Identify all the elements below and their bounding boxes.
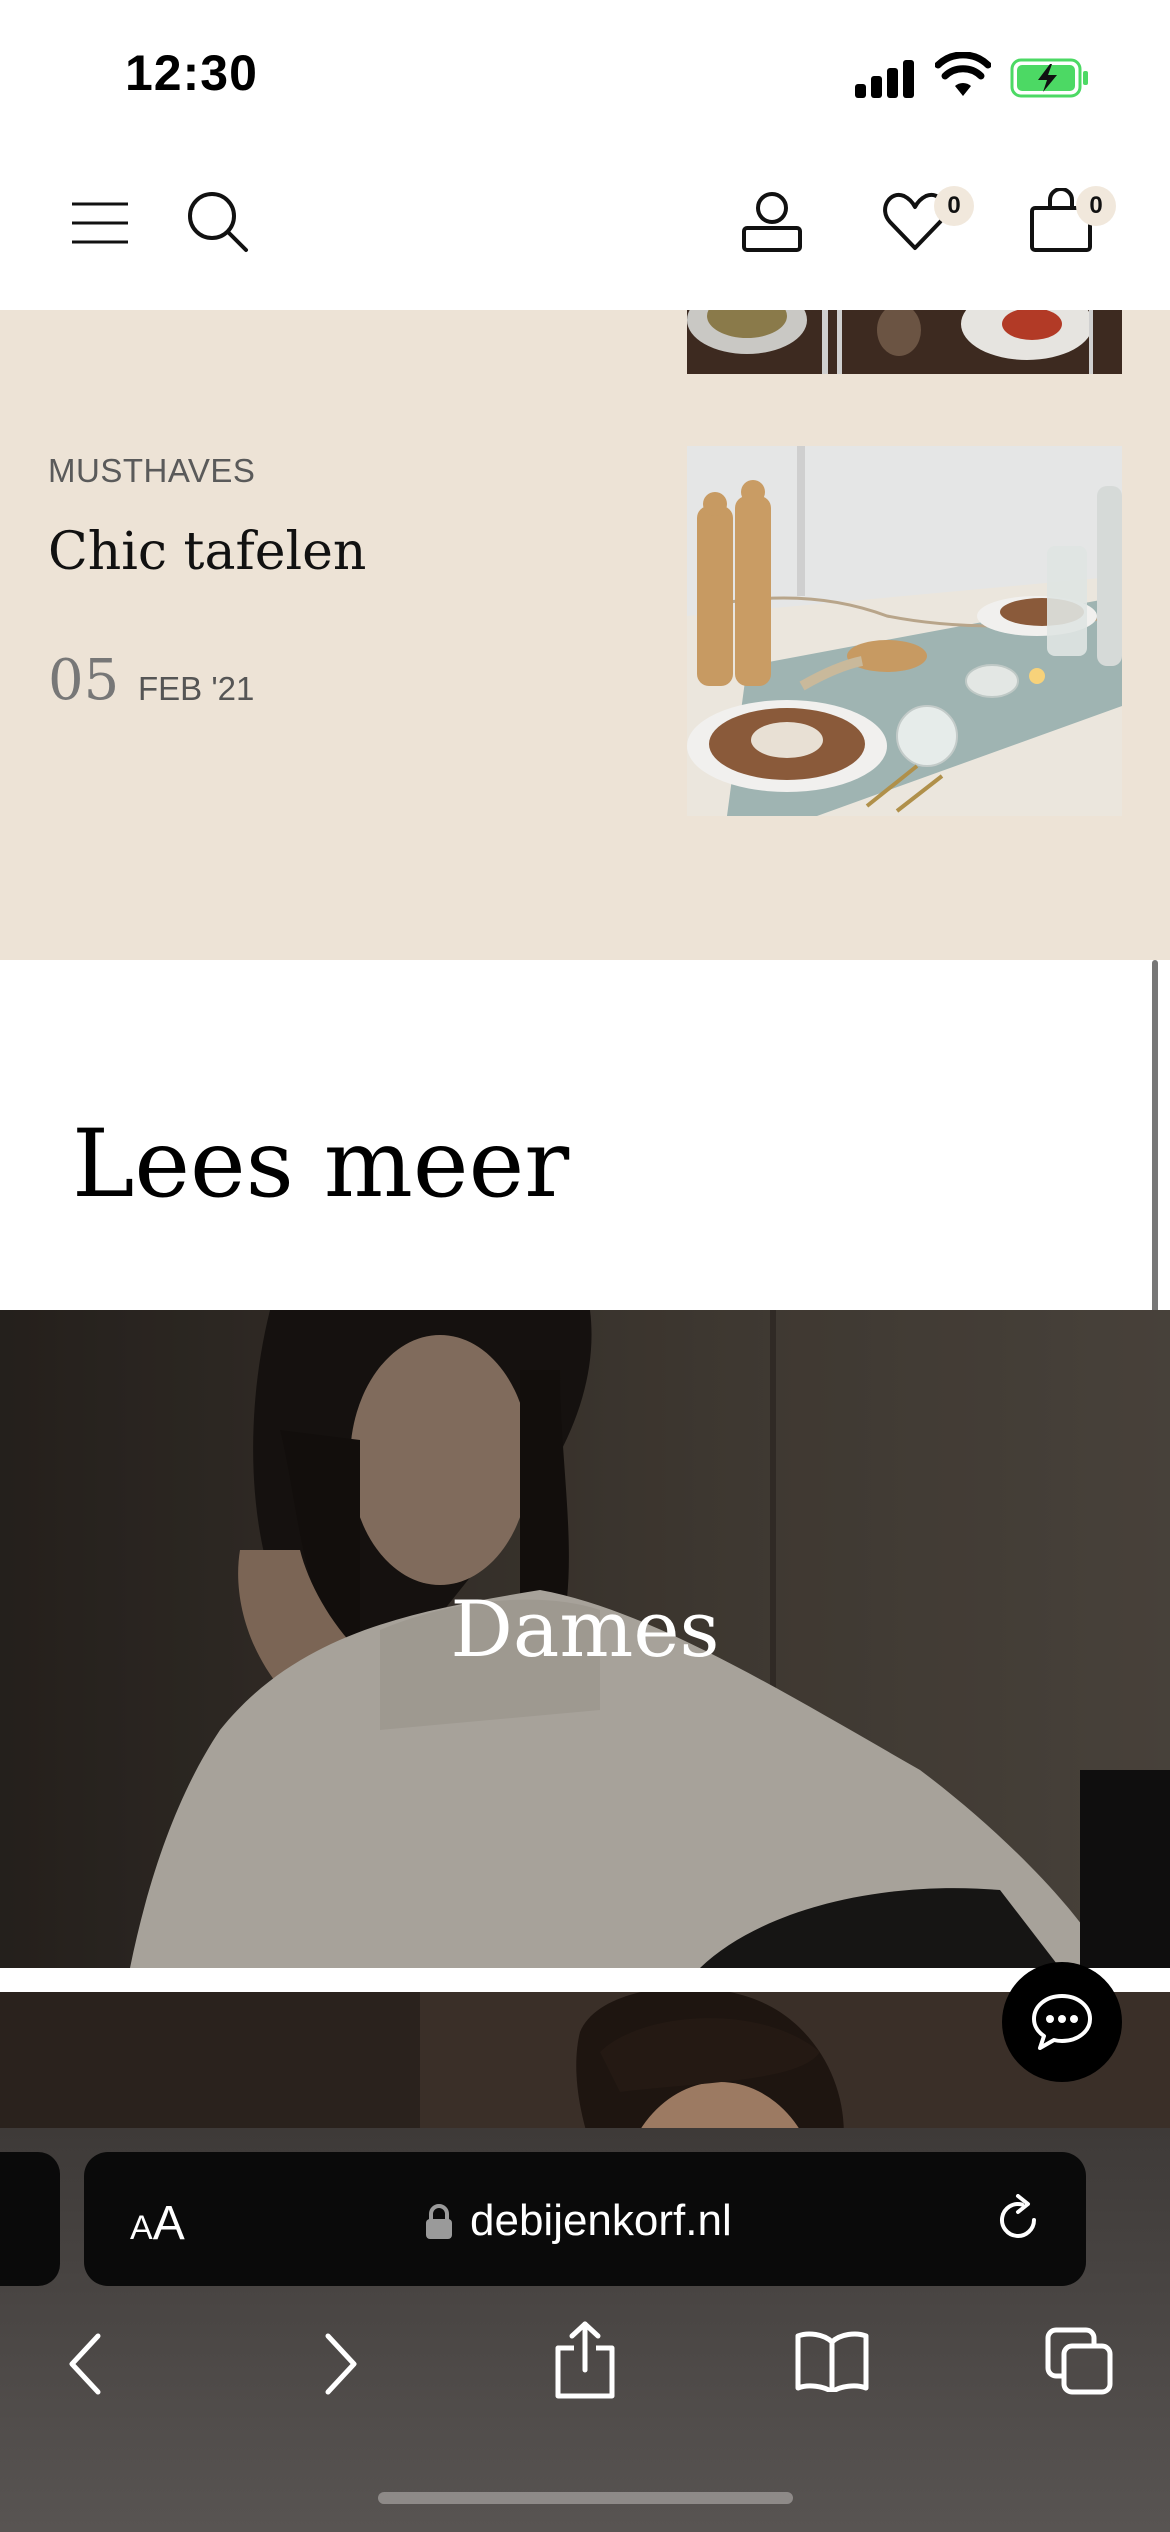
wishlist-count-badge: 0	[934, 186, 974, 226]
article-date-month: FEB '21	[138, 670, 255, 707]
article-image-table-setting[interactable]	[687, 446, 1122, 816]
site-header: 0 0	[0, 150, 1170, 311]
page-scrollbar[interactable]	[1152, 960, 1158, 1335]
battery-charging-icon	[1010, 58, 1088, 98]
search-icon[interactable]	[186, 190, 250, 254]
chat-icon	[1032, 1994, 1092, 2050]
status-bar: 12:30	[0, 0, 1170, 150]
cellular-signal-icon	[855, 58, 915, 98]
previous-tab-edge[interactable]	[0, 2152, 60, 2286]
reader-settings-button[interactable]: AA	[130, 2196, 185, 2251]
menu-icon[interactable]	[70, 200, 130, 246]
tabs-icon[interactable]	[1044, 2326, 1114, 2396]
back-icon[interactable]	[64, 2332, 108, 2396]
cart-count-badge: 0	[1076, 186, 1116, 226]
lock-icon	[426, 2204, 452, 2239]
bookmarks-icon[interactable]	[794, 2330, 870, 2392]
previous-article-image[interactable]	[687, 310, 1122, 374]
article-date-day: 05	[48, 648, 120, 713]
article-title[interactable]: Chic tafelen	[48, 522, 366, 582]
status-time: 12:30	[125, 45, 258, 101]
read-more-heading: Lees meer	[72, 1110, 570, 1219]
url-text[interactable]: debijenkorf.nl	[470, 2196, 732, 2246]
home-indicator[interactable]	[378, 2492, 793, 2504]
reload-icon[interactable]	[994, 2194, 1044, 2246]
share-icon[interactable]	[552, 2320, 618, 2400]
forward-icon[interactable]	[318, 2332, 362, 2396]
wifi-icon	[935, 52, 991, 96]
article-category: MUSTHAVES	[48, 452, 256, 489]
chat-button[interactable]	[1002, 1962, 1122, 2082]
dames-banner-label[interactable]: Dames	[0, 1585, 1170, 1675]
account-icon[interactable]	[740, 190, 804, 254]
